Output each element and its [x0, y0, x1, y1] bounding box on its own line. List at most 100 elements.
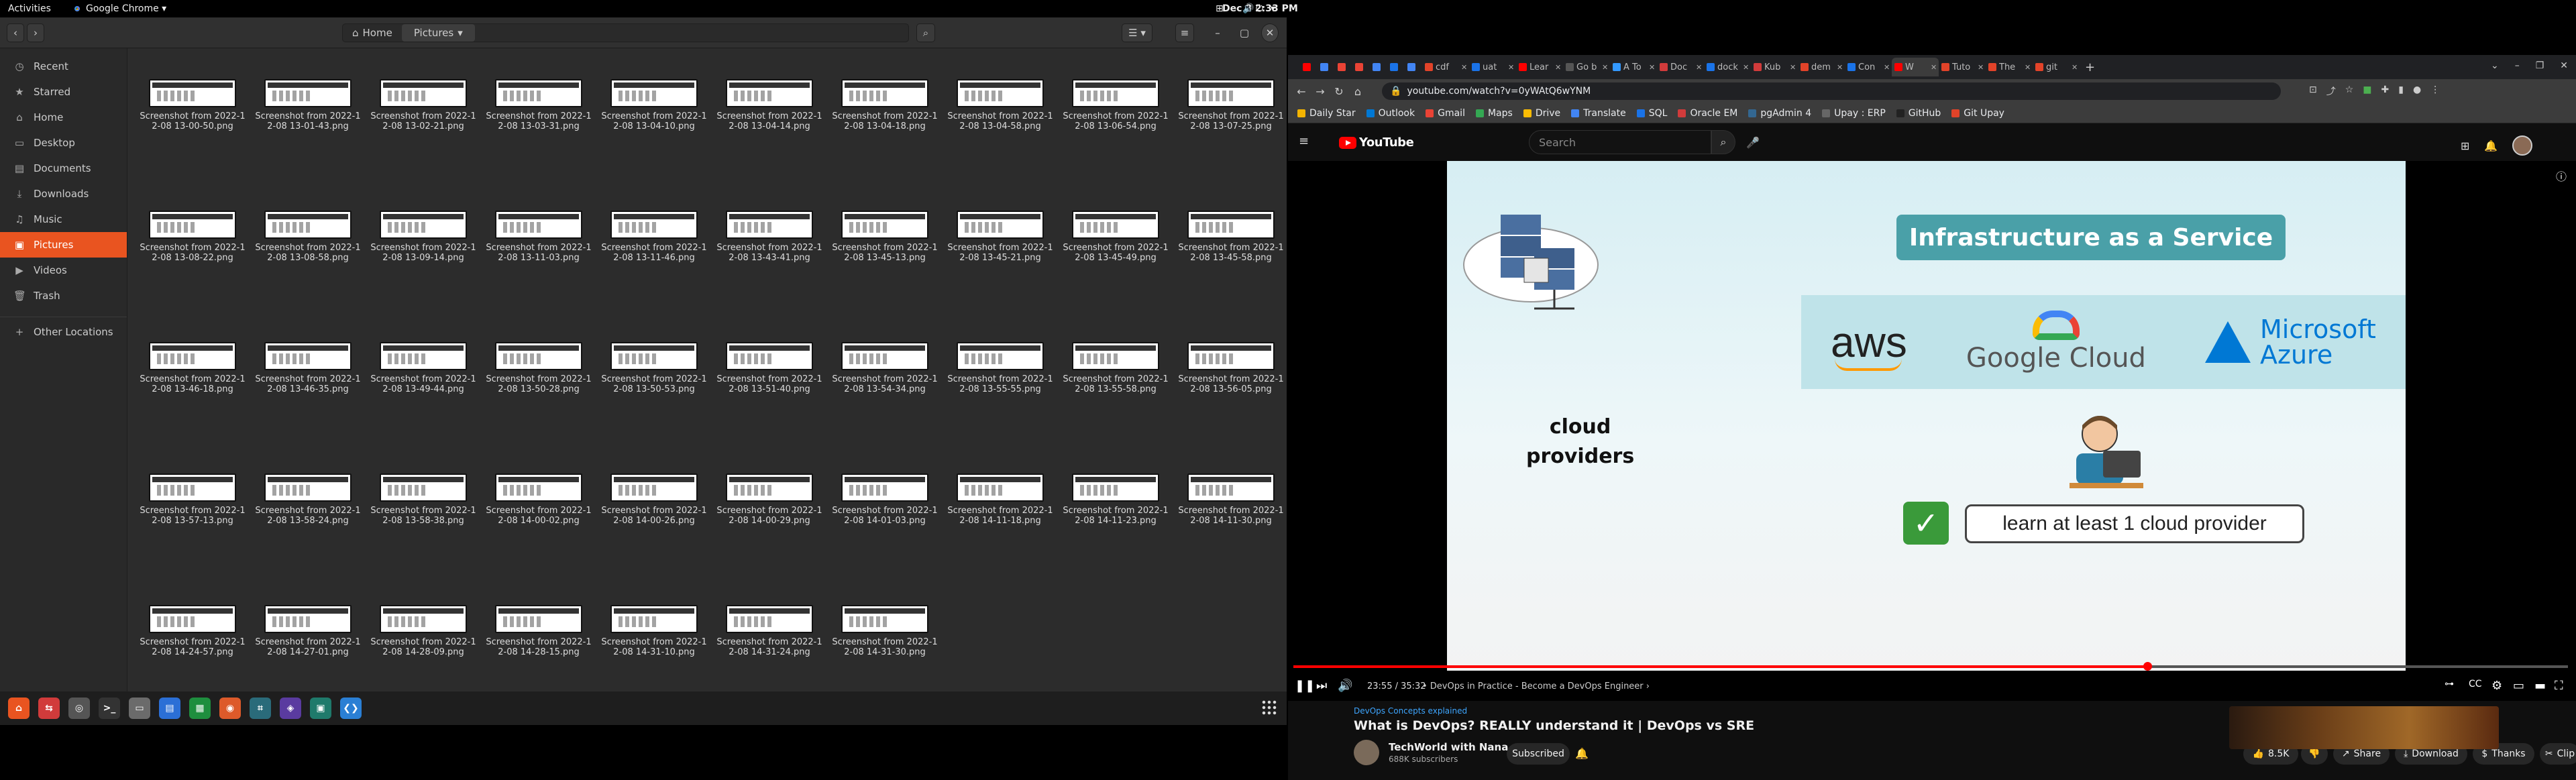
file-item[interactable]: Screenshot from 2022-12-08 13-50-53.png — [601, 342, 707, 394]
voice-search-button[interactable]: 🎤 — [1741, 130, 1765, 154]
guide-menu-icon[interactable]: ≡ — [1299, 134, 1309, 148]
settings-icon[interactable]: ◎ — [68, 698, 90, 719]
file-item[interactable]: Screenshot from 2022-12-08 13-06-54.png — [1063, 79, 1169, 131]
extension-icon[interactable]: ■ — [2363, 85, 2371, 98]
browser-tab[interactable]: Kub ✕ — [1751, 58, 1798, 76]
tab-search-icon[interactable]: ⌄ — [2491, 60, 2499, 71]
file-item[interactable]: Screenshot from 2022-12-08 13-58-38.png — [370, 473, 476, 526]
file-item[interactable]: Screenshot from 2022-12-08 13-58-24.png — [255, 473, 361, 526]
browser-tab[interactable]: Tuto ✕ — [1939, 58, 1986, 76]
show-applications-icon[interactable] — [1261, 700, 1277, 716]
bookmark-star-icon[interactable]: ☆ — [2345, 85, 2354, 98]
file-item[interactable]: Screenshot from 2022-12-08 13-04-14.png — [716, 79, 822, 131]
maximize-button[interactable]: ▢ — [1236, 23, 1253, 42]
browser-tab[interactable] — [1335, 58, 1352, 76]
tab-close-icon[interactable]: ✕ — [1884, 63, 1890, 72]
new-tab-icon[interactable]: + — [2085, 60, 2095, 74]
bookmark-item[interactable]: Daily Star — [1297, 108, 1356, 119]
file-item[interactable]: Screenshot from 2022-12-08 14-01-03.png — [832, 473, 938, 526]
tab-close-icon[interactable]: ✕ — [1978, 63, 1984, 72]
profile-avatar-icon[interactable]: ● — [2413, 85, 2421, 98]
captions-icon[interactable]: CC — [2469, 679, 2482, 689]
browser-tab[interactable]: Lear ✕ — [1516, 58, 1563, 76]
tab-close-icon[interactable]: ✕ — [1508, 63, 1514, 72]
address-bar[interactable]: 🔒 youtube.com/watch?v=0yWAtQ6wYNM — [1382, 82, 2281, 100]
file-item[interactable]: Screenshot from 2022-12-08 13-45-58.png — [1178, 211, 1284, 263]
vscode-icon[interactable]: ❮❯ — [340, 698, 362, 719]
file-item[interactable]: Screenshot from 2022-12-08 14-27-01.png — [255, 605, 361, 657]
tab-close-icon[interactable]: ✕ — [1555, 63, 1561, 72]
file-item[interactable]: Screenshot from 2022-12-08 13-56-05.png — [1178, 342, 1284, 394]
anydesk-icon[interactable]: ⇆ — [38, 698, 60, 719]
settings-gear-icon[interactable]: ⚙ — [2491, 679, 2502, 693]
file-item[interactable]: Screenshot from 2022-12-08 14-11-18.png — [947, 473, 1053, 526]
terminal-icon[interactable]: >_ — [99, 698, 120, 719]
file-item[interactable]: Screenshot from 2022-12-08 13-55-58.png — [1063, 342, 1169, 394]
volume-icon[interactable]: 🔊 — [1338, 679, 1352, 693]
theater-mode-icon[interactable]: ▬ — [2534, 679, 2546, 693]
info-icon[interactable]: ⓘ — [2556, 168, 2567, 184]
breadcrumb-home[interactable]: ⌂ Home — [343, 24, 402, 42]
forward-arrow-icon[interactable]: → — [1311, 85, 1330, 98]
file-item[interactable]: Screenshot from 2022-12-08 13-04-10.png — [601, 79, 707, 131]
browser-tab[interactable] — [1405, 58, 1422, 76]
channel-name[interactable]: TechWorld with Nana — [1389, 741, 1508, 753]
file-item[interactable]: Screenshot from 2022-12-08 14-31-24.png — [716, 605, 822, 657]
file-item[interactable]: Screenshot from 2022-12-08 13-04-18.png — [832, 79, 938, 131]
close-button[interactable]: ✕ — [1261, 23, 1279, 42]
miniplayer-icon[interactable]: ▭ — [2513, 679, 2524, 693]
file-item[interactable]: Screenshot from 2022-12-08 13-54-34.png — [832, 342, 938, 394]
file-item[interactable]: Screenshot from 2022-12-08 13-57-13.png — [140, 473, 246, 526]
tab-close-icon[interactable]: ✕ — [1696, 63, 1702, 72]
file-item[interactable]: Screenshot from 2022-12-08 14-00-02.png — [486, 473, 592, 526]
forward-button[interactable]: › — [27, 23, 44, 42]
file-item[interactable]: Screenshot from 2022-12-08 13-11-46.png — [601, 211, 707, 263]
series-link[interactable]: DevOps Concepts explained — [1354, 706, 1467, 716]
sheets-icon[interactable]: ▦ — [189, 698, 211, 719]
network-icon[interactable]: ⊞ — [1216, 3, 1224, 14]
sidebar-item-desktop[interactable]: ▭ Desktop — [0, 130, 127, 156]
sidebar-item-trash[interactable]: 🗑 Trash — [0, 283, 127, 309]
clip-button[interactable]: ✂ Clip — [2540, 743, 2576, 765]
browser-tab[interactable] — [1387, 58, 1405, 76]
file-item[interactable]: Screenshot from 2022-12-08 13-08-58.png — [255, 211, 361, 263]
bookmark-item[interactable]: Oracle EM — [1678, 108, 1737, 119]
video-player[interactable]: Infrastructure as a Service aws Google C… — [1288, 161, 2576, 701]
bookmark-item[interactable]: GitHub — [1896, 108, 1941, 119]
file-item[interactable]: Screenshot from 2022-12-08 13-45-13.png — [832, 211, 938, 263]
file-item[interactable]: Screenshot from 2022-12-08 13-03-31.png — [486, 79, 592, 131]
browser-tab[interactable]: Go b ✕ — [1563, 58, 1610, 76]
tab-close-icon[interactable]: ✕ — [1649, 63, 1655, 72]
youtube-logo[interactable]: YouTube — [1339, 135, 1414, 150]
file-item[interactable]: Screenshot from 2022-12-08 13-49-44.png — [370, 342, 476, 394]
browser-tab[interactable] — [1370, 58, 1387, 76]
files-icon[interactable]: ▭ — [129, 698, 150, 719]
chrome-icon[interactable]: ◉ — [219, 698, 241, 719]
back-arrow-icon[interactable]: ← — [1292, 85, 1311, 98]
file-item[interactable]: Screenshot from 2022-12-08 14-00-29.png — [716, 473, 822, 526]
sidebar-item-videos[interactable]: ▶ Videos — [0, 258, 127, 283]
create-video-icon[interactable]: ⊞ — [2461, 140, 2469, 152]
puzzle-icon[interactable]: ✚ — [2381, 85, 2390, 98]
back-button[interactable]: ‹ — [7, 23, 24, 42]
browser-tab[interactable]: dock ✕ — [1704, 58, 1751, 76]
file-item[interactable]: Screenshot from 2022-12-08 13-46-18.png — [140, 342, 246, 394]
chapter-title[interactable]: • DevOps in Practice - Become a DevOps E… — [1422, 681, 1650, 691]
bookmark-item[interactable]: Gmail — [1426, 108, 1465, 119]
breadcrumb-pictures[interactable]: Pictures ▾ — [401, 24, 475, 42]
next-icon[interactable]: ⏭ — [1316, 679, 1327, 693]
browser-tab[interactable]: Doc ✕ — [1657, 58, 1704, 76]
browser-tab[interactable]: A To ✕ — [1610, 58, 1657, 76]
system-menu-chevron-icon[interactable]: ▾ — [1271, 3, 1275, 14]
pause-icon[interactable]: ❚❚ — [1295, 679, 1315, 693]
file-item[interactable]: Screenshot from 2022-12-08 14-24-57.png — [140, 605, 246, 657]
close-icon[interactable]: ✕ — [2560, 60, 2568, 71]
file-item[interactable]: Screenshot from 2022-12-08 14-00-26.png — [601, 473, 707, 526]
bookmark-item[interactable]: Outlook — [1366, 108, 1415, 119]
postman-icon[interactable]: ◈ — [280, 698, 301, 719]
bookmark-item[interactable]: Maps — [1475, 108, 1513, 119]
menu-button[interactable]: ≡ — [1175, 23, 1194, 42]
minimize-button[interactable]: – — [1209, 23, 1226, 42]
file-item[interactable]: Screenshot from 2022-12-08 14-28-15.png — [486, 605, 592, 657]
sidebar-item-starred[interactable]: ★ Starred — [0, 79, 127, 105]
